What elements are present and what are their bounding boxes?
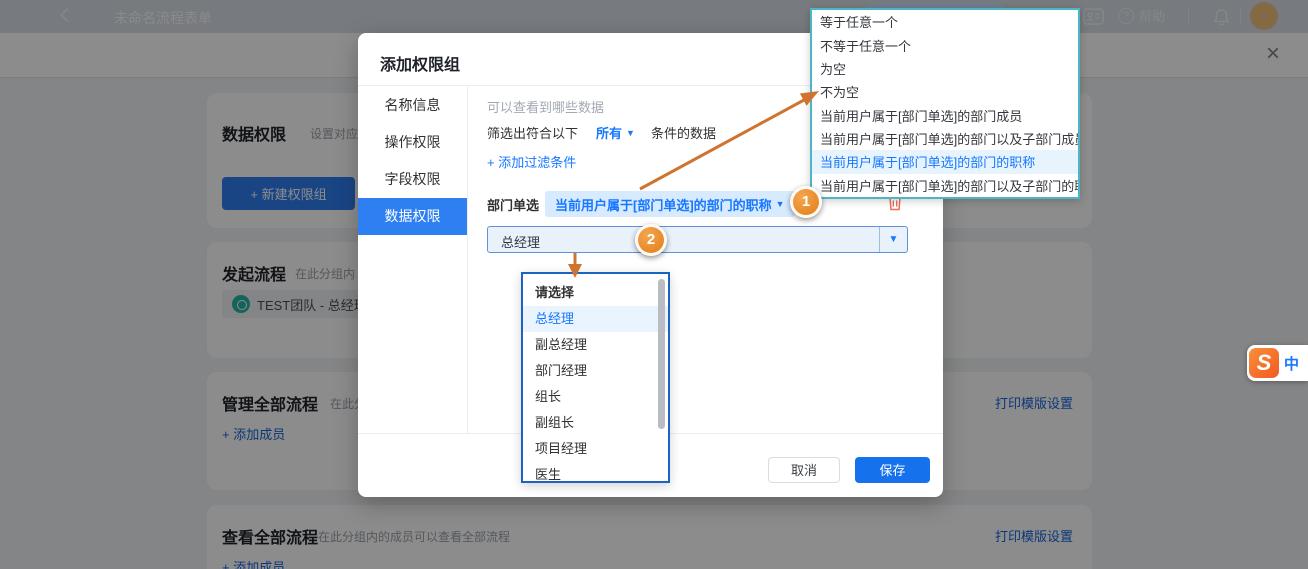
role-select[interactable]: 总经理 ▼ — [487, 226, 908, 253]
input-method-indicator: S 中 — [1247, 345, 1308, 381]
step-1-badge: 1 — [790, 186, 822, 218]
tab-name-info[interactable]: 名称信息 — [358, 87, 467, 124]
chevron-down-icon: ▼ — [776, 199, 785, 209]
role-option[interactable]: 项目经理 — [523, 436, 668, 462]
condition-option[interactable]: 等于任意一个 — [812, 10, 1078, 33]
role-option[interactable]: 部门经理 — [523, 358, 668, 384]
filter-prefix: 筛选出符合以下 — [487, 123, 578, 142]
role-option[interactable]: 组长 — [523, 384, 668, 410]
sogou-logo-icon: S — [1249, 348, 1279, 378]
condition-option[interactable]: 为空 — [812, 57, 1078, 80]
cancel-button[interactable]: 取消 — [768, 457, 840, 483]
tab-operation-permission[interactable]: 操作权限 — [358, 124, 467, 161]
role-option-selected[interactable]: 总经理 — [523, 306, 668, 332]
condition-option[interactable]: 当前用户属于[部门单选]的部门成员 — [812, 104, 1078, 127]
tab-data-permission[interactable]: 数据权限 — [358, 198, 467, 235]
condition-option[interactable]: 当前用户属于[部门单选]的部门以及子部门成员 — [812, 127, 1078, 150]
add-filter-link[interactable]: + 添加过滤条件 — [487, 152, 576, 171]
role-dropdown-list: 请选择 总经理 副总经理 部门经理 组长 副组长 项目经理 医生 — [521, 272, 670, 483]
save-button[interactable]: 保存 — [855, 457, 930, 483]
scrollbar-thumb[interactable] — [658, 279, 665, 429]
chevron-down-icon: ▼ — [626, 128, 635, 138]
condition-option-selected[interactable]: 当前用户属于[部门单选]的部门的职称 — [812, 150, 1078, 173]
dialog-title: 添加权限组 — [380, 51, 460, 75]
condition-option[interactable]: 不等于任意一个 — [812, 33, 1078, 56]
tab-field-permission[interactable]: 字段权限 — [358, 161, 467, 198]
chevron-down-icon: ▼ — [879, 227, 907, 252]
app-window: 未命名流程表单 ? 帮助 × 数据权限 设置对应的 + 新建权限组 发起流程 在… — [0, 0, 1308, 569]
role-option-placeholder[interactable]: 请选择 — [523, 280, 668, 306]
condition-dropdown-list: 等于任意一个 不等于任意一个 为空 不为空 当前用户属于[部门单选]的部门成员 … — [810, 8, 1080, 199]
role-option[interactable]: 副组长 — [523, 410, 668, 436]
condition-select[interactable]: 当前用户属于[部门单选]的部门的职称 ▼ — [545, 191, 795, 217]
role-option[interactable]: 副总经理 — [523, 332, 668, 358]
role-select-value: 总经理 — [501, 232, 540, 251]
condition-option[interactable]: 不为空 — [812, 80, 1078, 103]
field-label: 部门单选 — [487, 195, 539, 214]
data-visibility-hint: 可以查看到哪些数据 — [487, 97, 604, 116]
filter-condition-row: 筛选出符合以下 所有 ▼ 条件的数据 — [487, 123, 716, 142]
filter-mode-select[interactable]: 所有 — [596, 123, 622, 142]
ime-language-label: 中 — [1284, 353, 1299, 374]
step-2-badge: 2 — [635, 224, 667, 256]
condition-select-value: 当前用户属于[部门单选]的部门的职称 — [555, 195, 772, 214]
condition-option[interactable]: 当前用户属于[部门单选]的部门以及子部门的职称 — [812, 174, 1078, 197]
sidebar-divider — [467, 85, 468, 433]
role-option[interactable]: 医生 — [523, 462, 668, 483]
filter-suffix: 条件的数据 — [651, 123, 716, 142]
